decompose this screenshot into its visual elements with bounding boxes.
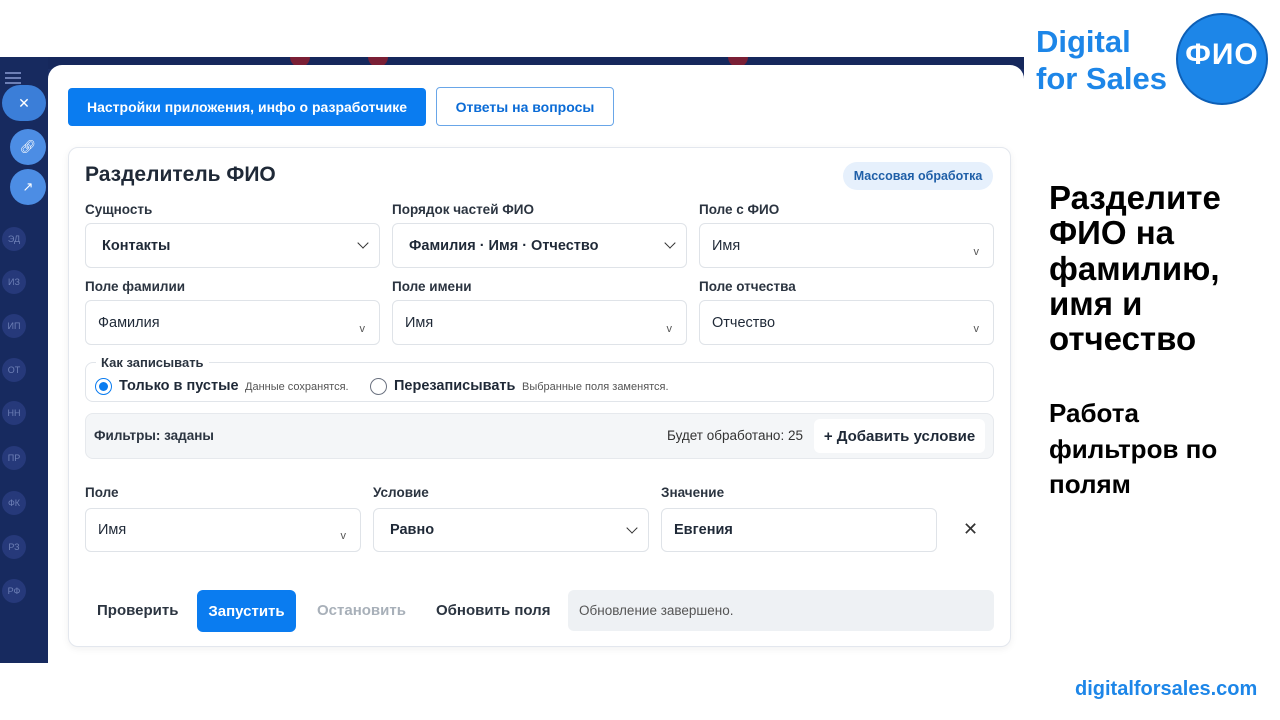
promo-subheading: Работа фильтров по полям	[1049, 398, 1218, 500]
radio-overwrite-label[interactable]: Перезаписывать	[394, 378, 515, 394]
brand-line-2: for Sales	[1036, 61, 1167, 96]
chevron-down-icon	[664, 237, 676, 249]
sidebar-code[interactable]: ФК	[2, 491, 26, 515]
check-button[interactable]: Проверить	[97, 602, 178, 619]
chevron-down-icon: v	[973, 246, 980, 258]
condition-op-label: Условие	[373, 485, 429, 500]
fio-field-label: Поле с ФИО	[699, 202, 780, 217]
link-icon: 🔗︎	[19, 139, 37, 154]
radio-only-empty-hint: Данные сохранятся.	[245, 381, 349, 393]
order-label: Порядок частей ФИО	[392, 202, 534, 217]
write-mode-legend: Как записывать	[96, 355, 209, 370]
fio-field-value: Имя	[712, 237, 741, 254]
remove-condition-icon[interactable]: ✕	[963, 519, 978, 540]
faq-button[interactable]: Ответы на вопросы	[436, 87, 614, 126]
brand-line-1: Digital	[1036, 24, 1131, 59]
settings-button[interactable]: Настройки приложения, инфо о разработчик…	[68, 88, 426, 126]
condition-value-label: Значение	[661, 485, 725, 500]
surname-field-value: Фамилия	[98, 314, 160, 331]
fio-field-select[interactable]: Имя v	[699, 223, 994, 268]
entity-select[interactable]: Контакты	[85, 223, 380, 268]
sidebar-code[interactable]: НН	[2, 401, 26, 425]
chevron-down-icon: v	[359, 323, 366, 335]
sidebar-code[interactable]: РФ	[2, 579, 26, 603]
chevron-down-icon: v	[973, 323, 980, 335]
website-link[interactable]: digitalforsales.com	[1075, 678, 1257, 701]
condition-field-select[interactable]: Имя v	[85, 508, 361, 552]
status-message: Обновление завершено.	[568, 590, 994, 631]
records-count: Будет обработано: 25	[667, 428, 803, 443]
radio-overwrite-hint: Выбранные поля заменятся.	[522, 381, 669, 393]
condition-field-value: Имя	[98, 522, 127, 538]
condition-field-label: Поле	[85, 485, 119, 500]
run-button[interactable]: Запустить	[197, 590, 296, 632]
order-value: Фамилия · Имя · Отчество	[409, 237, 599, 254]
external-link-button[interactable]: ↗	[10, 169, 46, 205]
sidebar-code[interactable]: ИП	[2, 314, 26, 338]
condition-value-text: Евгения	[674, 522, 733, 538]
stop-button[interactable]: Остановить	[317, 602, 406, 619]
chevron-down-icon: v	[340, 530, 347, 542]
surname-field-label: Поле фамилии	[85, 279, 186, 294]
entity-value: Контакты	[102, 237, 171, 254]
radio-only-empty[interactable]	[95, 378, 112, 395]
mass-processing-badge[interactable]: Массовая обработка	[843, 162, 993, 190]
condition-op-select[interactable]: Равно	[373, 508, 649, 552]
close-icon: ✕	[18, 94, 30, 111]
refresh-fields-button[interactable]: Обновить поля	[436, 602, 550, 619]
name-field-label: Поле имени	[392, 279, 472, 294]
radio-only-empty-label[interactable]: Только в пустые	[119, 378, 239, 394]
sidebar-code[interactable]: ЭД	[2, 227, 26, 251]
surname-field-select[interactable]: Фамилия v	[85, 300, 380, 345]
radio-overwrite[interactable]	[370, 378, 387, 395]
sidebar-code[interactable]: ИЗ	[2, 270, 26, 294]
sidebar-code[interactable]: ОТ	[2, 358, 26, 382]
patronymic-field-select[interactable]: Отчество v	[699, 300, 994, 345]
patronymic-field-value: Отчество	[712, 314, 776, 331]
condition-op-value: Равно	[390, 522, 435, 538]
name-field-select[interactable]: Имя v	[392, 300, 687, 345]
condition-value-input[interactable]: Евгения	[661, 508, 937, 552]
add-condition-button[interactable]: + Добавить условие	[814, 419, 985, 453]
card-title: Разделитель ФИО	[85, 163, 276, 186]
fio-logo-text: ФИО	[1185, 38, 1259, 71]
sidebar-code[interactable]: ПР	[2, 446, 26, 470]
name-field-value: Имя	[405, 314, 434, 331]
entity-label: Сущность	[85, 202, 153, 217]
patronymic-field-label: Поле отчества	[699, 279, 796, 294]
external-link-icon: ↗	[22, 179, 34, 194]
menu-icon[interactable]	[5, 72, 21, 84]
chevron-down-icon	[357, 237, 369, 249]
sidebar-code[interactable]: РЗ	[2, 535, 26, 559]
promo-heading: Разделите ФИО на фамилию, имя и отчество	[1049, 179, 1221, 358]
order-select[interactable]: Фамилия · Имя · Отчество	[392, 223, 687, 268]
link-button[interactable]: 🔗︎	[10, 129, 46, 165]
chevron-down-icon: v	[666, 323, 673, 335]
chevron-down-icon	[626, 522, 638, 534]
filters-status: Фильтры: заданы	[94, 428, 214, 443]
close-button[interactable]: ✕	[2, 85, 46, 121]
